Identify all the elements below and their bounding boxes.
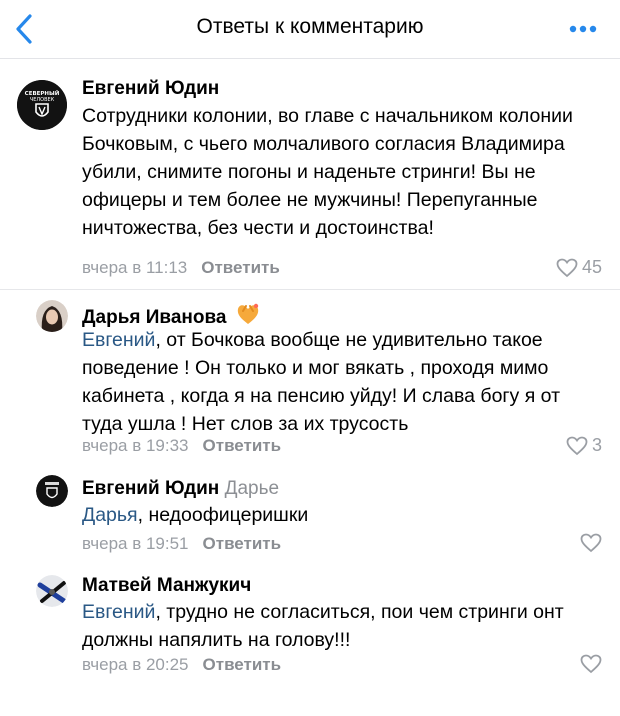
like-count: 3	[591, 435, 602, 455]
group-logo-icon[interactable]	[36, 475, 68, 507]
heart-outline-icon	[556, 258, 578, 277]
comment-body: , недоофицеришки	[137, 504, 309, 526]
svg-text:СЕВЕРНЫЙ: СЕВЕРНЫЙ	[25, 89, 60, 97]
like-button[interactable]: 3	[566, 435, 602, 456]
comment-meta: вчера в 19:51 Ответить	[82, 534, 281, 554]
author-name[interactable]: Евгений Юдин	[82, 78, 219, 99]
comment-author[interactable]: Евгений Юдин Дарье	[82, 478, 279, 500]
comment-time: вчера в 19:33	[82, 436, 189, 455]
author-name[interactable]: Матвей Манжукич	[82, 575, 251, 596]
page-title: Ответы к комментарию	[196, 15, 424, 38]
heart-outline-icon	[580, 533, 602, 553]
comment-text: Сотрудники колонии, во главе с начальник…	[82, 102, 582, 242]
mention-link[interactable]: Дарья	[82, 504, 138, 526]
comment-item: СЕВЕРНЫЙ ЧЕЛОВЕК Евгений Юдин Сотрудники…	[0, 58, 620, 290]
comment-time: вчера в 20:25	[82, 655, 189, 674]
like-button[interactable]	[580, 533, 602, 553]
reply-button[interactable]: Ответить	[201, 258, 280, 277]
comment-item: Матвей Манжукич Евгений, трудно не согла…	[0, 565, 620, 705]
like-button[interactable]: 45	[556, 257, 602, 278]
reply-button[interactable]: Ответить	[203, 655, 282, 674]
author-name[interactable]: Евгений Юдин	[82, 478, 219, 499]
svg-text:ЧЕЛОВЕК: ЧЕЛОВЕК	[30, 97, 55, 103]
comment-author[interactable]: Евгений Юдин	[82, 78, 219, 100]
comment-item: Дарья Иванова Евгений, от Бочкова вообще…	[0, 290, 620, 465]
reply-button[interactable]: Ответить	[203, 436, 282, 455]
mention-link[interactable]: Евгений	[82, 601, 155, 623]
author-name[interactable]: Дарья Иванова	[82, 307, 227, 328]
mention-link[interactable]: Евгений	[82, 329, 155, 351]
reply-button[interactable]: Ответить	[203, 534, 282, 553]
comment-body: , трудно не согласиться, пои чем стринги…	[82, 601, 564, 651]
heart-outline-icon	[566, 436, 588, 455]
comment-author[interactable]: Матвей Манжукич	[82, 575, 251, 597]
comment-body: Сотрудники колонии, во главе с начальник…	[82, 105, 573, 239]
group-logo-icon[interactable]: СЕВЕРНЫЙ ЧЕЛОВЕК	[17, 80, 67, 130]
top-bar: Ответы к комментарию	[0, 0, 620, 59]
comment-text: Дарья, недоофицеришки	[82, 501, 602, 529]
heart-hands-emoji-icon	[237, 303, 258, 324]
comment-author[interactable]: Дарья Иванова	[82, 301, 262, 329]
comment-time: вчера в 19:51	[82, 534, 189, 553]
comment-meta: вчера в 19:33 Ответить	[82, 436, 281, 456]
comment-text: Евгений, трудно не согласиться, пои чем …	[82, 598, 602, 654]
user-photo-icon[interactable]	[36, 575, 68, 607]
comment-item: Евгений Юдин Дарье Дарья, недоофицеришки…	[0, 465, 620, 565]
comment-meta: вчера в 11:13 Ответить	[82, 258, 280, 278]
more-dots-icon[interactable]	[568, 22, 598, 36]
comment-text: Евгений, от Бочкова вообще не удивительн…	[82, 326, 602, 438]
like-count: 45	[581, 257, 602, 277]
heart-outline-icon	[580, 654, 602, 674]
reply-to-label[interactable]: Дарье	[225, 478, 279, 499]
comment-time: вчера в 11:13	[82, 258, 188, 277]
user-photo-icon[interactable]	[36, 300, 68, 332]
like-button[interactable]	[580, 654, 602, 674]
comment-meta: вчера в 20:25 Ответить	[82, 655, 281, 675]
